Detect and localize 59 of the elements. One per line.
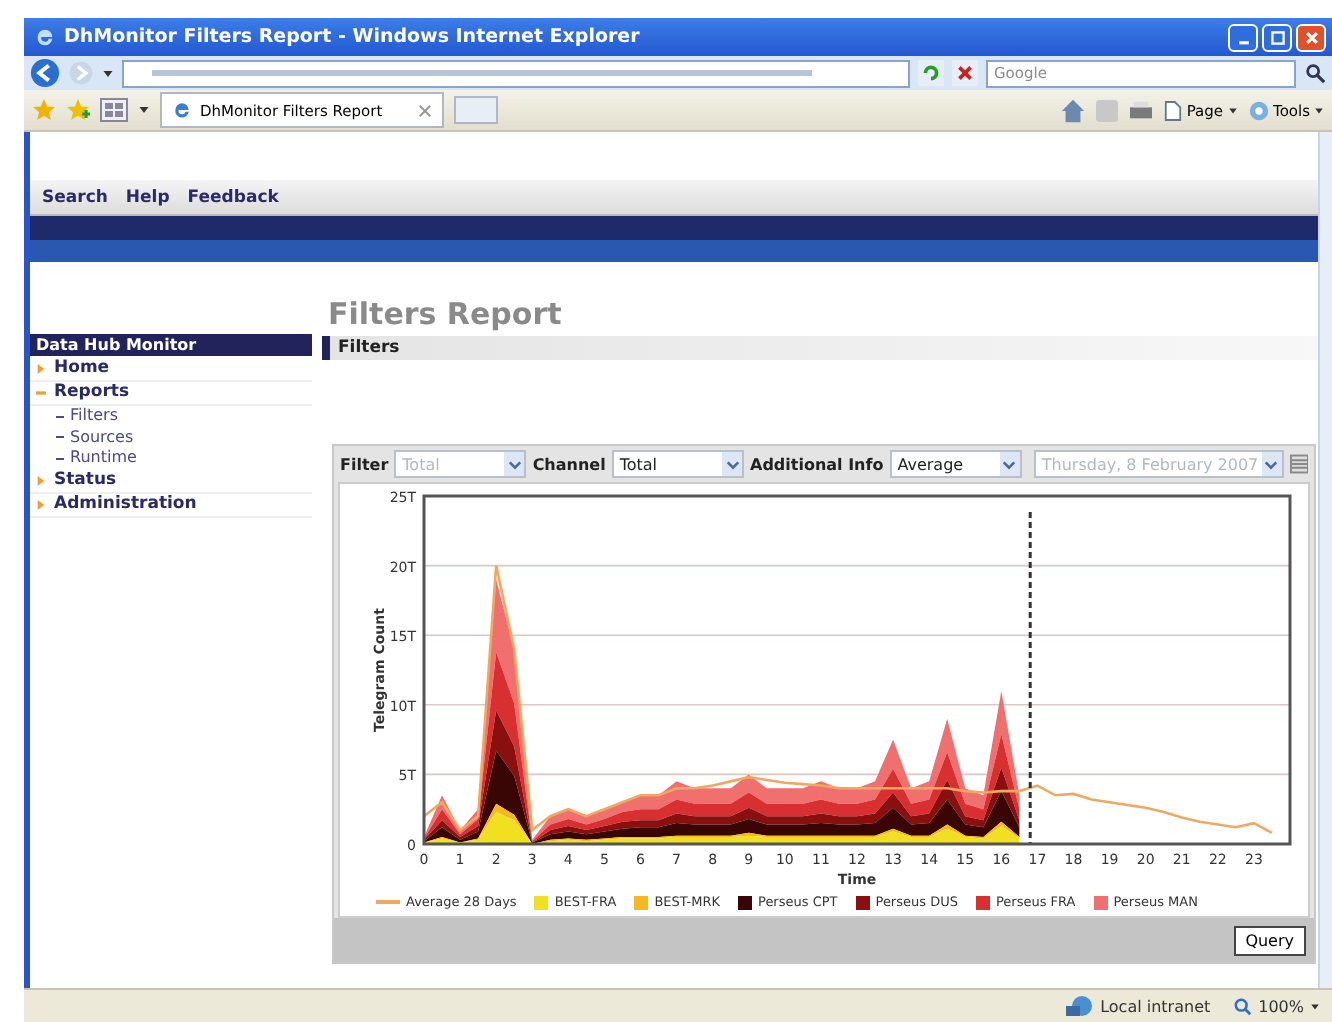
- home-icon[interactable]: [1060, 97, 1087, 123]
- dropdown-arrow-icon[interactable]: [1310, 1001, 1320, 1011]
- favorites-star-icon[interactable]: [32, 98, 56, 122]
- search-icon[interactable]: [1304, 62, 1326, 84]
- sidebar-subitem[interactable]: Sources: [30, 427, 312, 448]
- caret-icon: [1227, 105, 1238, 115]
- sidebar-item[interactable]: Home: [30, 358, 312, 382]
- close-icon[interactable]: [418, 103, 433, 117]
- dropdown[interactable]: Total: [611, 450, 744, 478]
- sidebar-item[interactable]: Status: [30, 469, 312, 493]
- nav-tab[interactable]: Search: [38, 185, 112, 209]
- print-icon[interactable]: [1128, 99, 1155, 121]
- sidebar-title: Data Hub Monitor: [30, 334, 312, 356]
- security-zone: Local intranet: [1100, 997, 1211, 1015]
- expand-icon: [36, 364, 46, 374]
- collapse-icon: [36, 388, 46, 398]
- add-favorite-icon[interactable]: [66, 98, 90, 122]
- dropdown-arrow-icon[interactable]: [102, 67, 114, 79]
- expand-icon: [36, 475, 46, 485]
- caret-icon: [1264, 457, 1279, 471]
- maximize-icon: [1269, 29, 1285, 45]
- scrollbar[interactable]: [1318, 132, 1332, 988]
- refresh-icon[interactable]: [918, 60, 944, 86]
- page-logo-icon: [172, 100, 192, 120]
- caret-icon: [507, 457, 522, 471]
- section-header: Filters: [322, 336, 1318, 360]
- nav-tab[interactable]: Feedback: [183, 185, 283, 209]
- window-title: DhMonitor Filters Report - Windows Internet Explorer: [64, 26, 642, 48]
- globe-icon: [1066, 994, 1095, 1018]
- back-icon[interactable]: [30, 58, 60, 88]
- sidebar-subitem[interactable]: Runtime: [30, 448, 312, 469]
- maximize-button[interactable]: [1262, 23, 1292, 51]
- sidebar-item[interactable]: Administration: [30, 493, 312, 517]
- caret-icon: [725, 457, 739, 471]
- nav-tab[interactable]: Help: [121, 185, 174, 209]
- dropdown-arrow-icon[interactable]: [138, 104, 150, 116]
- magnifier-icon: [1234, 997, 1253, 1015]
- close-icon: [1303, 29, 1319, 45]
- new-tab-button[interactable]: [454, 96, 499, 124]
- filter-label: Additional Info: [750, 455, 884, 473]
- minimize-button[interactable]: [1228, 23, 1258, 51]
- sidebar-item[interactable]: Reports: [30, 382, 312, 406]
- calendar-icon[interactable]: [1289, 454, 1308, 474]
- address-field[interactable]: [122, 59, 910, 87]
- tab-grid-icon[interactable]: [100, 98, 128, 122]
- caret-icon: [1314, 105, 1324, 115]
- expand-icon: [36, 499, 46, 509]
- dropdown[interactable]: Average: [889, 450, 1022, 478]
- stop-icon[interactable]: [952, 60, 978, 86]
- browser-logo-icon: [34, 26, 56, 48]
- page-title: Filters Report: [326, 296, 564, 336]
- caret-icon: [1002, 457, 1017, 471]
- close-button[interactable]: [1296, 23, 1326, 51]
- sidebar-subitem[interactable]: Filters: [30, 406, 312, 427]
- page-icon: [1164, 99, 1183, 121]
- filter-label: Filter: [340, 455, 389, 473]
- query-button[interactable]: Query: [1233, 925, 1306, 955]
- filter-label: Channel: [532, 455, 606, 473]
- zoom-level[interactable]: 100%: [1258, 997, 1304, 1015]
